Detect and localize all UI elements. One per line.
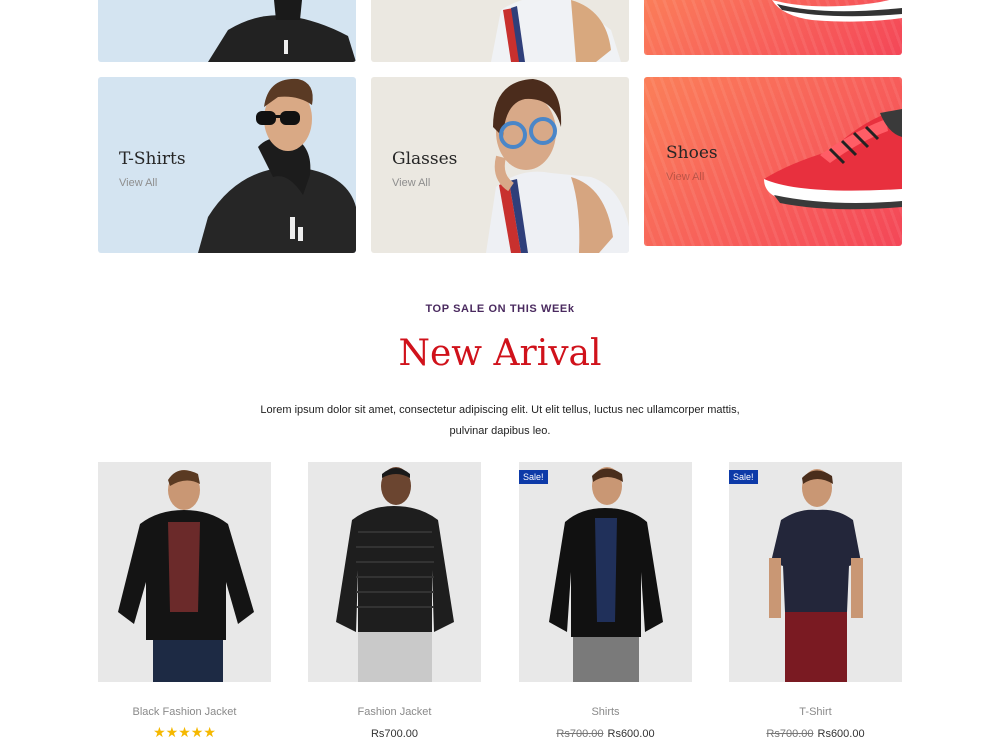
product-image[interactable]: Sale! xyxy=(519,462,692,682)
section-title: New Arival xyxy=(398,333,602,374)
star-rating: ★★★★★ xyxy=(153,724,216,740)
product-card[interactable]: Black Fashion Jacket ★★★★★ xyxy=(98,462,271,740)
shoe-photo xyxy=(772,0,902,22)
current-price: Rs700.00 xyxy=(370,728,419,740)
model-photo xyxy=(769,469,863,682)
current-price: Rs600.00 xyxy=(607,728,655,740)
product-name[interactable]: Black Fashion Jacket xyxy=(98,706,271,718)
model-photo xyxy=(198,78,356,253)
product-name[interactable]: Fashion Jacket xyxy=(308,706,481,718)
section-description: Lorem ipsum dolor sit amet, consectetur … xyxy=(260,404,740,437)
category-card-tshirts[interactable]: T-Shirts View All xyxy=(98,77,356,253)
product-price: Rs700.00 Rs600.00 xyxy=(729,728,902,740)
product-image[interactable]: Sale! xyxy=(729,462,902,682)
product-image[interactable] xyxy=(98,462,271,682)
view-all-link[interactable]: View All xyxy=(666,171,704,183)
category-card-glasses[interactable]: Glasses View All xyxy=(371,77,629,253)
view-all-link[interactable]: View All xyxy=(392,177,430,189)
section-subtitle: TOP SALE ON THIS WEEk xyxy=(425,303,575,315)
model-photo xyxy=(486,79,629,253)
sale-badge: Sale! xyxy=(519,470,548,484)
product-price: Rs700.00 xyxy=(308,728,481,740)
category-card-glasses-top[interactable] xyxy=(371,0,629,62)
sale-badge: Sale! xyxy=(729,470,758,484)
model-photo xyxy=(491,0,621,62)
product-card[interactable]: Sale! Shirts Rs700.00 Rs600.00 xyxy=(519,462,692,740)
model-photo xyxy=(208,0,356,62)
category-card-shoes[interactable]: Shoes View All xyxy=(644,77,902,246)
model-photo xyxy=(549,467,663,682)
shoe-photo xyxy=(764,109,902,210)
model-photo xyxy=(336,467,454,682)
category-card-tshirts-top[interactable] xyxy=(98,0,356,62)
category-title: Shoes xyxy=(666,143,718,163)
old-price: Rs700.00 xyxy=(766,728,814,740)
product-name[interactable]: Shirts xyxy=(519,706,692,718)
view-all-link[interactable]: View All xyxy=(119,177,157,189)
product-card[interactable]: Fashion Jacket Rs700.00 xyxy=(308,462,481,740)
product-name[interactable]: T-Shirt xyxy=(729,706,902,718)
product-card[interactable]: Sale! T-Shirt Rs700.00 Rs600.00 xyxy=(729,462,902,740)
category-title: T-Shirts xyxy=(119,149,186,169)
current-price: Rs600.00 xyxy=(817,728,865,740)
model-photo xyxy=(118,470,254,682)
old-price: Rs700.00 xyxy=(556,728,604,740)
product-price: Rs700.00 Rs600.00 xyxy=(519,728,692,740)
product-image[interactable] xyxy=(308,462,481,682)
category-card-shoes-top[interactable] xyxy=(644,0,902,55)
category-title: Glasses xyxy=(392,149,458,169)
